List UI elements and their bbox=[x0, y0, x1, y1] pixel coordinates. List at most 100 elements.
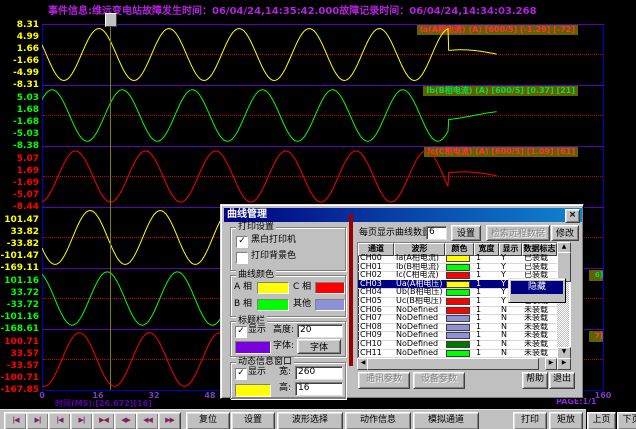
other-swatch[interactable] bbox=[315, 299, 345, 311]
hscroll-corner[interactable]: ▶ bbox=[557, 358, 571, 370]
y-axis-tick-label: -33.82 bbox=[0, 240, 39, 249]
row-cell: NoDefined bbox=[394, 340, 445, 349]
row-cell: Uc(B相电压) bbox=[394, 297, 445, 306]
row-cell: 未装载 bbox=[522, 323, 557, 332]
time-cursor-handle[interactable] bbox=[105, 13, 117, 27]
row-cell: CH03 bbox=[358, 280, 394, 289]
nav-collapse-button[interactable]: ▶◀ bbox=[92, 412, 115, 429]
row-cell: CH10 bbox=[358, 340, 394, 349]
row-cell: 1 bbox=[474, 314, 499, 323]
color-swatch bbox=[446, 350, 470, 357]
curve-colors-title: 曲线颜色 bbox=[236, 270, 276, 280]
color-swatch bbox=[446, 332, 470, 339]
row-color-swatch bbox=[445, 288, 474, 297]
phase-c-swatch[interactable] bbox=[315, 282, 345, 294]
info-window-title: 动态信息窗口 bbox=[236, 357, 294, 367]
row-cell: 未装载 bbox=[522, 314, 557, 323]
row-cell: 1 bbox=[474, 254, 499, 263]
toolbar-button-2[interactable]: 波形选择 bbox=[277, 412, 343, 429]
row-cell: CH06 bbox=[358, 306, 394, 315]
set-count-button[interactable]: 设置 bbox=[451, 225, 481, 241]
y-axis-tick-label: 1.68 bbox=[0, 106, 39, 115]
y-axis-tick-label: 33.57 bbox=[0, 350, 39, 359]
nav-next-page-marker-button[interactable]: ▶| bbox=[70, 412, 93, 429]
nav-first-button[interactable]: |◀ bbox=[4, 412, 27, 429]
modify-button[interactable]: 修改 bbox=[551, 225, 579, 241]
toolbar-button-3[interactable]: 动作信息 bbox=[345, 412, 411, 429]
infowin-height-input[interactable]: 16 bbox=[295, 382, 343, 396]
y-axis-tick-label: 33.72 bbox=[0, 289, 39, 298]
toolbar-button-1[interactable]: 设置 bbox=[231, 412, 275, 429]
y-axis-tick-label: -33.72 bbox=[0, 301, 39, 310]
row-cell: 1 bbox=[474, 340, 499, 349]
row-cell: CH04 bbox=[358, 288, 394, 297]
toolbar-button-4[interactable]: 模拟通道 bbox=[413, 412, 479, 429]
nav-step-forward-button[interactable]: ▶▶ bbox=[158, 412, 181, 429]
nav-expand-button[interactable]: ◀▶ bbox=[114, 412, 137, 429]
search-remote-button[interactable]: 检索远程数据 bbox=[486, 225, 550, 241]
nav-step-back-button[interactable]: ◀◀ bbox=[136, 412, 159, 429]
table-hscrollbar[interactable]: ◀ ▶ ▶ bbox=[357, 358, 569, 368]
y-axis-tick-label: 5.07 bbox=[0, 155, 39, 164]
toolbar-button-5[interactable]: 打印 bbox=[513, 412, 547, 429]
context-menu: 隐藏 bbox=[508, 278, 566, 303]
app-screen: 事件信息:维远变电站故障发生时间：06/04/24,14:35:42.000故障… bbox=[0, 0, 636, 429]
row-cell: 已装载 bbox=[522, 263, 557, 272]
dialog-title: 曲线管理 bbox=[227, 209, 267, 220]
waveform-trace bbox=[42, 85, 603, 146]
comm-params-button[interactable]: 通讯参数 bbox=[358, 372, 410, 389]
font-button[interactable]: 字体 bbox=[297, 339, 341, 354]
row-cell: N bbox=[499, 331, 522, 340]
row-color-swatch bbox=[445, 297, 474, 306]
row-cell: Ic(C相电流) bbox=[394, 271, 445, 280]
toolbar-button-7[interactable]: 上页 bbox=[587, 412, 616, 429]
dialog-titlebar[interactable]: 曲线管理 bbox=[224, 208, 582, 222]
help-button[interactable]: 帮助 bbox=[522, 372, 548, 389]
y-axis-tick-label: -5.07 bbox=[0, 191, 39, 200]
toolbar-button-6[interactable]: 矩放 bbox=[549, 412, 583, 429]
row-cell: 未装载 bbox=[522, 340, 557, 349]
phase-a-swatch[interactable] bbox=[257, 282, 289, 294]
table-row-CH11[interactable]: CH11NoDefined1N未装载 bbox=[358, 349, 557, 359]
row-cell: NoDefined bbox=[394, 314, 445, 323]
scroll-right-icon[interactable]: ▶ bbox=[545, 358, 557, 370]
nav-last-button[interactable]: ▶| bbox=[26, 412, 49, 429]
infowin-show-checkbox[interactable]: ✓ bbox=[235, 368, 247, 380]
toolbar-button-0[interactable]: 复位 bbox=[186, 412, 230, 429]
per-page-input[interactable]: 6 bbox=[426, 226, 447, 240]
row-cell: CH05 bbox=[358, 297, 394, 306]
hscroll-thumb[interactable] bbox=[367, 358, 539, 370]
row-cell: 1 bbox=[474, 297, 499, 306]
row-cell: CH07 bbox=[358, 314, 394, 323]
titlebar-show-label: 显示 bbox=[248, 325, 266, 336]
row-cell: 1 bbox=[474, 349, 499, 358]
row-cell: N bbox=[499, 340, 522, 349]
row-cell: Ua(A相电压) bbox=[394, 280, 445, 289]
row-cell: 1 bbox=[474, 288, 499, 297]
phase-b-swatch[interactable] bbox=[257, 299, 289, 311]
row-cell: CH02 bbox=[358, 271, 394, 280]
print-settings-title: 打印设置 bbox=[236, 222, 276, 232]
infowin-height-label: 高: bbox=[279, 383, 291, 394]
titlebar-color-swatch[interactable] bbox=[235, 341, 271, 354]
y-axis-tick-label: -8.38 bbox=[0, 142, 39, 151]
bw-printer-checkbox[interactable]: ✓ bbox=[236, 236, 248, 248]
phase-a-label: A 相 bbox=[234, 282, 252, 293]
context-menu-item-hide[interactable]: 隐藏 bbox=[511, 281, 563, 294]
device-params-button[interactable]: 设备参数 bbox=[413, 372, 465, 389]
close-icon[interactable]: × bbox=[565, 209, 580, 223]
color-swatch bbox=[446, 272, 470, 279]
row-cell: NoDefined bbox=[394, 323, 445, 332]
infowin-width-input[interactable]: 260 bbox=[295, 366, 343, 380]
row-cell: CH09 bbox=[358, 331, 394, 340]
nav-prev-page-marker-button[interactable]: |◀ bbox=[48, 412, 71, 429]
row-color-swatch bbox=[445, 331, 474, 340]
y-axis-tick-label: 100.71 bbox=[0, 338, 39, 347]
infowin-color-swatch[interactable] bbox=[235, 384, 271, 397]
titlebar-show-checkbox[interactable]: ✓ bbox=[235, 326, 247, 338]
print-bg-checkbox[interactable] bbox=[236, 252, 248, 264]
titlebar-height-input[interactable]: 20 bbox=[297, 324, 343, 338]
exit-button[interactable]: 退出 bbox=[549, 372, 575, 389]
y-axis-tick-label: -101.47 bbox=[0, 252, 39, 261]
toolbar-button-8[interactable]: 下页 bbox=[617, 412, 636, 429]
